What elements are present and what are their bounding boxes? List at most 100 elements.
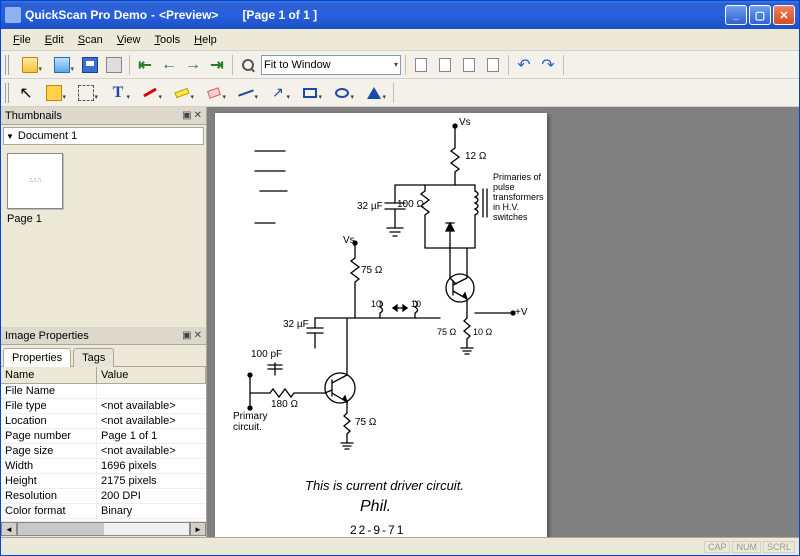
label-plusv: +V: [515, 307, 528, 318]
toolbar2-grip[interactable]: [5, 83, 11, 103]
arrow-icon: ↗: [272, 84, 284, 101]
page-thumbs-button[interactable]: [482, 54, 504, 76]
props-pin-icon[interactable]: ▣: [182, 330, 191, 341]
polygon-tool[interactable]: [359, 82, 389, 104]
caption: This is current driver circuit.: [305, 478, 464, 493]
pointer-tool[interactable]: ↖: [15, 82, 37, 104]
save-icon: [82, 57, 98, 73]
page-multi-icon: [463, 58, 475, 72]
rotate-left-icon: ↶: [517, 55, 530, 75]
menu-edit[interactable]: Edit: [39, 32, 70, 48]
pen-tool[interactable]: [135, 82, 165, 104]
properties-tabs: Properties Tags: [1, 345, 206, 367]
label-10b: 10: [411, 299, 421, 309]
property-row[interactable]: Page size<not available>: [1, 444, 206, 459]
label-10ohm: 10 Ω: [473, 327, 492, 337]
page-single-icon: [439, 58, 451, 72]
scroll-left-icon[interactable]: ◄: [1, 522, 17, 536]
eraser-icon: [207, 87, 221, 99]
page-multi-button[interactable]: [458, 54, 480, 76]
page-info: [Page 1 of 1 ]: [242, 8, 317, 22]
thumbnails-title: Thumbnails ▣ ✕: [1, 107, 206, 125]
property-row[interactable]: Color formatBinary: [1, 504, 206, 519]
last-page-button[interactable]: ⇥: [206, 54, 228, 76]
props-col-name[interactable]: Name: [1, 367, 97, 383]
label-32uf-a: 32 µF: [357, 201, 383, 212]
thumbnail-label: Page 1: [7, 213, 63, 225]
menu-help[interactable]: Help: [188, 32, 223, 48]
properties-grid: Name Value File NameFile type<not availa…: [1, 367, 206, 521]
thumbnail-image: ⎍⎍⎍: [7, 153, 63, 209]
page-thumb-icon: [487, 58, 499, 72]
property-row[interactable]: File type<not available>: [1, 399, 206, 414]
toolbar-grip[interactable]: [5, 55, 11, 75]
line-tool[interactable]: [231, 82, 261, 104]
prev-page-button[interactable]: ←: [158, 54, 180, 76]
polygon-icon: [367, 87, 381, 99]
page-single-button[interactable]: [434, 54, 456, 76]
tab-properties[interactable]: Properties: [3, 348, 71, 367]
label-10a: 10: [371, 299, 381, 309]
property-row[interactable]: Height2175 pixels: [1, 474, 206, 489]
open-button[interactable]: [15, 54, 45, 76]
tab-tags[interactable]: Tags: [73, 348, 114, 367]
page-view-button[interactable]: [410, 54, 432, 76]
panel-close-icon[interactable]: ✕: [194, 110, 202, 121]
save-button[interactable]: [79, 54, 101, 76]
folder-icon: [22, 57, 38, 73]
doc-title: <Preview>: [159, 8, 218, 22]
label-transformers: Primaries of pulse transformers in H.V. …: [493, 173, 543, 222]
page-document: Vs 12 Ω 32 µF 100 Ω Primaries of pulse t…: [215, 113, 547, 537]
properties-title: Image Properties ▣ ✕: [1, 327, 206, 345]
highlight-region-icon: [46, 85, 62, 101]
panel-pin-icon[interactable]: ▣: [182, 110, 191, 121]
menu-file[interactable]: File: [7, 32, 37, 48]
arrow-tool[interactable]: ↗: [263, 82, 293, 104]
document-selector[interactable]: Document 1: [3, 127, 204, 145]
rotate-right-button[interactable]: ↷: [537, 54, 559, 76]
property-row[interactable]: Location<not available>: [1, 414, 206, 429]
property-row[interactable]: Resolution200 DPI: [1, 489, 206, 504]
scan-button[interactable]: [47, 54, 77, 76]
text-tool[interactable]: T: [103, 82, 133, 104]
property-row[interactable]: Page numberPage 1 of 1: [1, 429, 206, 444]
zoom-tool-button[interactable]: [237, 54, 259, 76]
props-col-value[interactable]: Value: [97, 367, 206, 383]
properties-scrollbar[interactable]: ◄ ►: [1, 521, 206, 537]
label-180ohm: 180 Ω: [271, 399, 298, 410]
rect-tool[interactable]: [295, 82, 325, 104]
menu-view[interactable]: View: [111, 32, 147, 48]
pen-icon: [143, 88, 157, 98]
print-button[interactable]: [103, 54, 125, 76]
last-icon: ⇥: [210, 55, 223, 75]
label-75c: 75 Ω: [355, 417, 376, 428]
ellipse-tool[interactable]: [327, 82, 357, 104]
ellipse-icon: [335, 88, 349, 98]
toolbar-main: ⇤ ← → ⇥ Fit to Window ↶ ↷: [1, 51, 799, 79]
menu-tools[interactable]: Tools: [148, 32, 186, 48]
property-row[interactable]: File Name: [1, 384, 206, 399]
zoom-combo[interactable]: Fit to Window: [261, 55, 401, 75]
main-area: Thumbnails ▣ ✕ Document 1 ⎍⎍⎍ Page 1 Ima…: [1, 107, 799, 537]
signature: Phil.: [360, 498, 391, 516]
maximize-button[interactable]: ▢: [749, 5, 771, 25]
menu-scan[interactable]: Scan: [72, 32, 109, 48]
first-page-button[interactable]: ⇤: [134, 54, 156, 76]
thumbnail-page-1[interactable]: ⎍⎍⎍ Page 1: [7, 153, 63, 225]
property-row[interactable]: Width1696 pixels: [1, 459, 206, 474]
scroll-right-icon[interactable]: ►: [190, 522, 206, 536]
preview-canvas[interactable]: Vs 12 Ω 32 µF 100 Ω Primaries of pulse t…: [207, 107, 799, 537]
rotate-left-button[interactable]: ↶: [513, 54, 535, 76]
props-close-icon[interactable]: ✕: [194, 330, 202, 341]
highlighter-tool[interactable]: [167, 82, 197, 104]
close-button[interactable]: ✕: [773, 5, 795, 25]
rect-icon: [303, 88, 317, 98]
label-100pf: 100 pF: [251, 349, 282, 360]
highlight-region-tool[interactable]: [39, 82, 69, 104]
properties-panel: Properties Tags Name Value File NameFile…: [1, 345, 206, 537]
next-page-button[interactable]: →: [182, 54, 204, 76]
label-75a: 75 Ω: [361, 265, 382, 276]
minimize-button[interactable]: _: [725, 5, 747, 25]
eraser-tool[interactable]: [199, 82, 229, 104]
select-tool[interactable]: [71, 82, 101, 104]
